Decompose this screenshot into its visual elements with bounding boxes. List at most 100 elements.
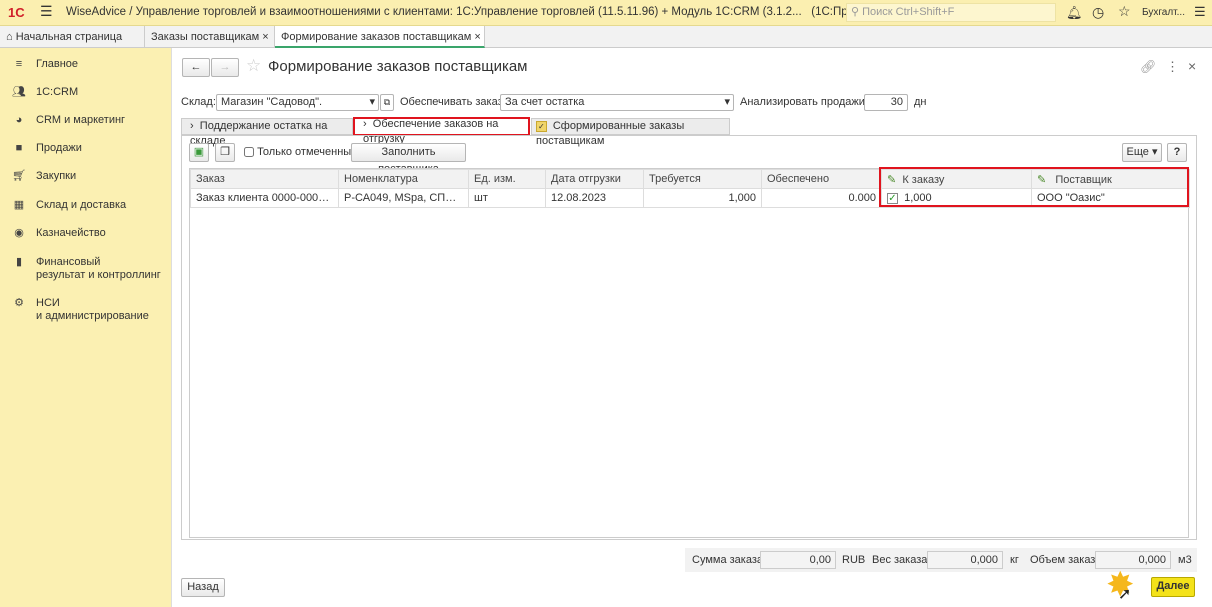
title-bar: 1С ☰ WiseAdvice / Управление торговлей и… (0, 0, 1212, 26)
cursor-icon: ➚ (1118, 586, 1132, 603)
search-input[interactable]: ⚲ Поиск Ctrl+Shift+F (846, 3, 1056, 22)
checkbox-label: Только отмеченные (257, 146, 358, 158)
sidebar-item-purchases[interactable]: 🛒︎ Закупки (12, 170, 76, 183)
provide-value: За счет остатка (505, 96, 585, 108)
tab-home[interactable]: ⌂ Начальная страница (0, 26, 145, 48)
bell-icon[interactable]: 🔔︎ (1066, 5, 1083, 21)
tab-supplier-orders[interactable]: Заказы поставщикам × (145, 26, 275, 48)
bag-icon: ■ (15, 142, 23, 154)
sidebar-item-treasury[interactable]: ◉ Казначейство (12, 227, 106, 240)
provide-field[interactable]: За счет остатка ▾ (500, 94, 734, 111)
cell-required[interactable]: 1,000 (643, 188, 762, 208)
highlight-box (353, 117, 530, 136)
step-maintain-stock[interactable]: › Поддержание остатка на складе (181, 118, 353, 147)
weight-unit: кг (1010, 554, 1019, 566)
tab-bar: ⌂ Начальная страница Заказы поставщикам … (0, 26, 1212, 48)
next-button[interactable]: Далее (1151, 577, 1195, 597)
sidebar-label: Закупки (36, 170, 77, 182)
dropdown-icon[interactable]: ▾ (724, 95, 730, 110)
back-arrow-button[interactable]: ← (182, 58, 210, 77)
window-title: WiseAdvice / Управление торговлей и взаи… (66, 6, 908, 18)
highlight-box (879, 167, 1189, 207)
gear-icon: ⚙ (14, 297, 24, 309)
settings-menu-icon[interactable]: ☰ (1194, 4, 1206, 20)
tab-label: Формирование заказов поставщикам (281, 31, 472, 43)
copy-button[interactable]: ❐ (215, 143, 235, 162)
currency: RUB (842, 554, 866, 566)
user-name[interactable]: Бухгалт... (1142, 7, 1185, 18)
col-item[interactable]: Номенклатура (338, 169, 469, 189)
sidebar-label: Продажи (36, 142, 82, 154)
sidebar-item-warehouse[interactable]: ▦ Склад и доставка (12, 199, 126, 212)
sidebar-item-marketing[interactable]: ◕ CRM и маркетинг (12, 114, 125, 127)
cell-order[interactable]: Заказ клиента 0000-000002 о... (190, 188, 339, 208)
col-provided[interactable]: Обеспечено (761, 169, 882, 189)
sidebar-item-main[interactable]: ≡ Главное (12, 58, 78, 71)
page-title: Формирование заказов поставщикам (268, 58, 528, 75)
forward-arrow-button[interactable]: → (211, 58, 239, 77)
col-order[interactable]: Заказ (190, 169, 339, 189)
sidebar-item-admin[interactable]: ⚙ НСИ и администрирование (12, 297, 149, 323)
days-unit: дн (914, 96, 927, 108)
home-icon: ⌂ (6, 31, 13, 43)
col-required[interactable]: Требуется (643, 169, 762, 189)
sum-value: 0,00 (760, 551, 836, 569)
step-formed-orders[interactable]: ✓ Сформированные заказы поставщикам (531, 118, 730, 147)
cart-icon: 🛒︎ (12, 170, 26, 182)
more-vert-icon[interactable]: ⋮ (1166, 59, 1179, 75)
close-icon[interactable]: × (262, 31, 268, 43)
chart-icon: ▮ (15, 256, 23, 268)
sidebar-item-finance[interactable]: ▮ Финансовый результат и контроллинг (12, 256, 161, 282)
checkbox[interactable] (244, 147, 254, 158)
close-form-icon[interactable]: × (1188, 58, 1196, 74)
history-icon[interactable]: ◷ (1092, 4, 1104, 21)
sidebar-label: CRM и маркетинг (36, 114, 126, 126)
sidebar-label: Казначейство (36, 227, 106, 239)
analyze-days-input[interactable]: 30 (864, 94, 908, 111)
more-button[interactable]: Еще ▾ (1122, 143, 1162, 162)
warehouse-field[interactable]: Магазин "Садовод". ▾ (216, 94, 379, 111)
star-icon[interactable]: ☆ (1118, 3, 1131, 20)
sidebar-label: Главное (36, 58, 79, 70)
sidebar-item-crm[interactable]: 👥︎ 1С:CRM (12, 86, 78, 99)
sidebar-label: 1С:CRM (36, 86, 79, 98)
logo-1c: 1С (8, 5, 25, 20)
tab-label: Начальная страница (15, 31, 123, 43)
check-icon: ✓ (536, 121, 547, 132)
fill-supplier-button[interactable]: Заполнить поставщика (351, 143, 466, 175)
orders-table: Заказ Номенклатура Ед. изм. Дата отгрузк… (189, 168, 1190, 538)
sidebar-label: Склад и доставка (36, 199, 127, 211)
users-icon: 👥︎ (12, 86, 26, 98)
analyze-label: Анализировать продажи за: (740, 96, 883, 108)
open-icon[interactable]: ⧉ (380, 94, 394, 111)
col-date[interactable]: Дата отгрузки (545, 169, 644, 189)
tab-label: Заказы поставщикам (151, 31, 260, 43)
cell-unit[interactable]: шт (468, 188, 546, 208)
favorite-star-icon[interactable]: ☆ (246, 56, 261, 76)
search-placeholder: Поиск Ctrl+Shift+F (862, 6, 955, 18)
tab-form-orders[interactable]: Формирование заказов поставщикам × (275, 26, 485, 48)
back-button[interactable]: Назад (181, 578, 225, 597)
select-all-button[interactable]: ▣ (189, 143, 209, 162)
sidebar-label: Финансовый результат и контроллинг (36, 256, 161, 281)
cell-provided[interactable]: 0.000 (761, 188, 882, 208)
dropdown-icon[interactable]: ▾ (369, 95, 375, 110)
search-icon: ⚲ (851, 6, 860, 18)
sidebar-item-sales[interactable]: ■ Продажи (12, 142, 82, 155)
grid-icon: ▦ (13, 199, 25, 211)
sidebar-label: НСИ и администрирование (36, 297, 149, 322)
weight-value: 0,000 (927, 551, 1003, 569)
volume-unit: м3 (1178, 554, 1192, 566)
link-icon[interactable]: 🔗︎ (1140, 59, 1157, 75)
col-unit[interactable]: Ед. изм. (468, 169, 546, 189)
cell-date[interactable]: 12.08.2023 (545, 188, 644, 208)
help-button[interactable]: ? (1167, 143, 1187, 162)
weight-label: Вес заказа: (872, 554, 931, 566)
menu-icon[interactable]: ☰ (40, 3, 53, 20)
warehouse-value: Магазин "Садовод". (221, 96, 323, 108)
close-icon[interactable]: × (474, 31, 480, 43)
list-icon: ≡ (15, 58, 23, 70)
only-marked-checkbox[interactable]: Только отмеченные (244, 144, 357, 161)
sum-label: Сумма заказа: (692, 554, 767, 566)
cell-item[interactable]: Р-СА049, MSpa, СПА-бас... (338, 188, 469, 208)
